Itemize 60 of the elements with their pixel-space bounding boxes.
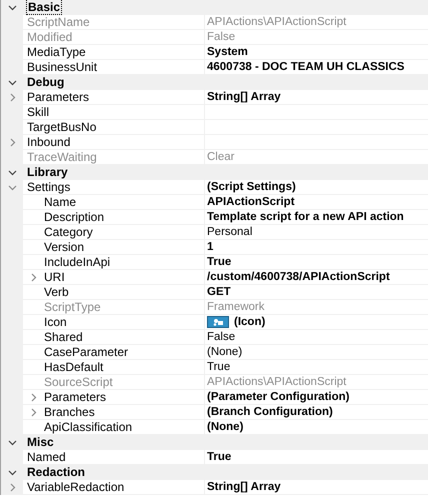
- property-name[interactable]: Inbound: [27, 135, 70, 149]
- chevron-right-icon[interactable]: [8, 138, 16, 146]
- category-label[interactable]: Redaction: [27, 465, 86, 479]
- property-name[interactable]: Name: [44, 195, 76, 209]
- property-value[interactable]: True: [207, 255, 232, 269]
- property-value[interactable]: True: [207, 450, 232, 464]
- chevron-right-icon[interactable]: [29, 272, 38, 282]
- script-icon: [207, 316, 229, 328]
- property-value[interactable]: False: [207, 330, 236, 344]
- category-label[interactable]: Library: [27, 165, 68, 179]
- property-name[interactable]: Icon: [44, 315, 67, 329]
- property-name[interactable]: TargetBusNo: [27, 120, 96, 134]
- property-name[interactable]: Named: [27, 450, 66, 464]
- chevron-down-icon[interactable]: [8, 438, 16, 446]
- category-label[interactable]: Debug: [27, 75, 64, 89]
- property-value[interactable]: (Icon): [234, 315, 266, 329]
- chevron-right-icon[interactable]: [8, 92, 16, 102]
- property-value[interactable]: Personal: [207, 225, 252, 239]
- property-value[interactable]: GET: [207, 285, 231, 299]
- property-name[interactable]: MediaType: [27, 45, 86, 59]
- property-name[interactable]: Branches: [44, 405, 95, 419]
- property-name[interactable]: Parameters: [27, 90, 90, 104]
- chevron-right-icon[interactable]: [8, 482, 16, 492]
- property-value[interactable]: 4600738 - DOC TEAM UH CLASSICS: [207, 60, 404, 74]
- property-name[interactable]: VariableRedaction: [27, 480, 124, 494]
- property-name[interactable]: Skill: [27, 105, 50, 119]
- property-value[interactable]: Template script for a new API action: [207, 210, 404, 224]
- chevron-right-icon[interactable]: [29, 408, 38, 416]
- property-value[interactable]: /custom/4600738/APIActionScript: [207, 270, 390, 284]
- property-name[interactable]: ApiClassification: [44, 420, 132, 434]
- property-value[interactable]: True: [207, 360, 230, 374]
- property-name[interactable]: URI: [44, 270, 65, 284]
- chevron-down-icon[interactable]: [8, 168, 16, 176]
- category-label[interactable]: Basic: [27, 0, 62, 14]
- property-name[interactable]: IncludeInApi: [44, 255, 110, 269]
- chevron-down-icon[interactable]: [8, 468, 16, 476]
- property-name[interactable]: Category: [44, 225, 93, 239]
- property-name[interactable]: Parameters: [44, 390, 106, 404]
- chevron-down-icon[interactable]: [8, 2, 16, 12]
- property-name[interactable]: Version: [44, 240, 84, 254]
- property-name[interactable]: CaseParameter: [44, 345, 128, 359]
- property-value[interactable]: (Parameter Configuration): [207, 390, 350, 404]
- property-value[interactable]: (Branch Configuration): [207, 405, 333, 419]
- property-value[interactable]: String[] Array: [207, 90, 281, 104]
- category-label[interactable]: Misc: [27, 435, 54, 449]
- property-value[interactable]: System: [207, 45, 248, 59]
- property-value[interactable]: String[] Array: [207, 480, 281, 494]
- property-value[interactable]: (None): [207, 345, 242, 359]
- property-name[interactable]: Shared: [44, 330, 83, 344]
- property-name[interactable]: HasDefault: [44, 360, 104, 374]
- property-name[interactable]: BusinessUnit: [27, 60, 98, 74]
- chevron-right-icon[interactable]: [29, 392, 38, 402]
- property-name[interactable]: Settings: [27, 180, 70, 194]
- property-name[interactable]: Description: [44, 210, 104, 224]
- property-value[interactable]: (None): [207, 420, 244, 434]
- chevron-down-icon[interactable]: [8, 78, 16, 86]
- property-value[interactable]: (Script Settings): [207, 180, 296, 194]
- property-value[interactable]: APIActionScript: [207, 195, 295, 209]
- property-value[interactable]: 1: [207, 240, 214, 254]
- property-name[interactable]: Verb: [44, 285, 69, 299]
